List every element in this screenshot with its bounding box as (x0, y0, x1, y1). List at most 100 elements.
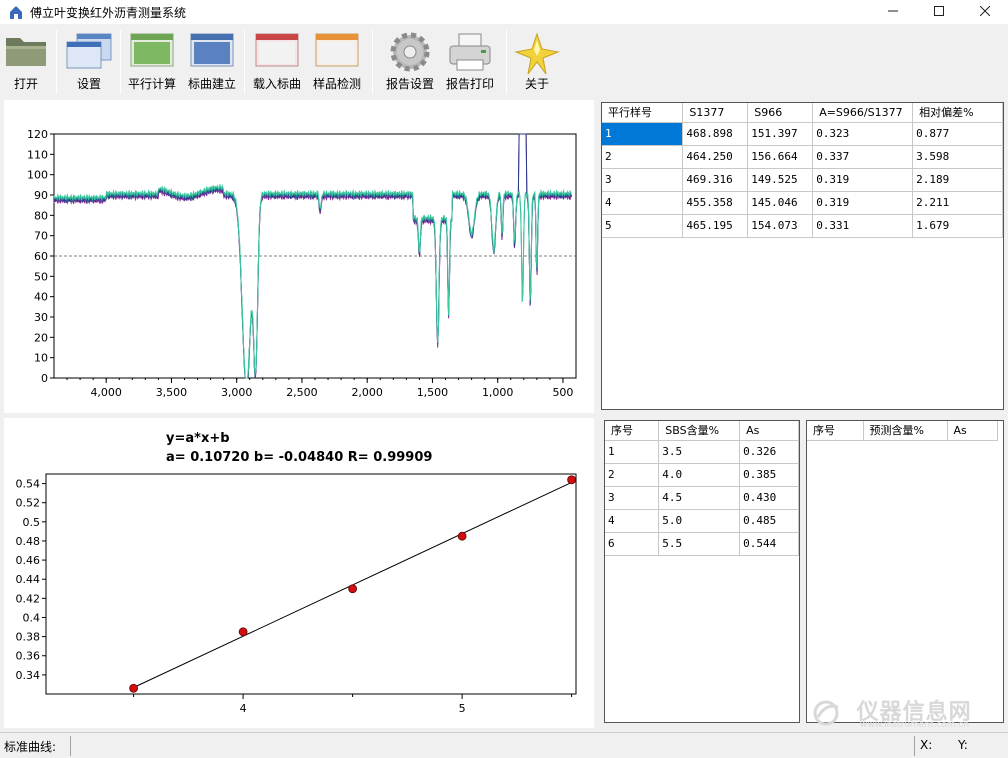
calibration-table[interactable]: 序号 SBS含量% As 1 3.5 0.326 2 4.0 0.385 3 4.5 0.430… (604, 420, 800, 723)
report-settings-button[interactable]: 报告设置 (380, 26, 440, 96)
report-print-button[interactable]: 报告打印 (442, 26, 498, 96)
table-row[interactable]: 4 5.0 0.485 (605, 509, 799, 533)
col-header-ratio[interactable]: A=S966/S1377 (812, 103, 914, 123)
table-cell[interactable]: 0.385 (739, 463, 799, 487)
table-cell[interactable]: 4.5 (658, 486, 741, 510)
col-header-index[interactable]: 序号 (807, 421, 864, 441)
close-button[interactable] (962, 0, 1008, 24)
col-header-sample-no[interactable]: 平行样号 (602, 103, 684, 123)
col-header-sbs[interactable]: SBS含量% (658, 421, 741, 441)
table-row[interactable]: 1 468.898 151.397 0.323 0.877 (602, 122, 1003, 146)
table-row[interactable]: 1 3.5 0.326 (605, 440, 799, 464)
col-header-as[interactable]: As (947, 421, 998, 441)
table-cell[interactable]: 0.323 (812, 122, 914, 146)
sample-test-label: 样品检测 (312, 77, 361, 91)
x-tick-label: 1,500 (417, 386, 449, 399)
table-cell[interactable]: 3.598 (912, 145, 1003, 169)
table-cell[interactable]: 154.073 (747, 214, 814, 238)
table-cell[interactable]: 151.397 (747, 122, 814, 146)
table-cell[interactable]: 0.319 (812, 191, 914, 215)
table-cell[interactable]: 0.326 (739, 440, 799, 464)
y-tick-label: 60 (34, 250, 48, 263)
table-cell[interactable]: 2 (605, 463, 660, 487)
table-cell[interactable]: 5.0 (658, 509, 741, 533)
table-cell[interactable]: 1 (605, 440, 660, 464)
minimize-button[interactable] (870, 0, 916, 24)
table-cell[interactable]: 3 (605, 486, 660, 510)
table-cell[interactable]: 0.319 (812, 168, 914, 192)
table-cell[interactable]: 1.679 (912, 214, 1003, 238)
table-cell[interactable]: 2.211 (912, 191, 1003, 215)
table-cell[interactable]: 4 (602, 191, 684, 215)
table-cell[interactable]: 464.250 (682, 145, 749, 169)
table-cell[interactable]: 145.046 (747, 191, 814, 215)
calibration-point (348, 584, 358, 594)
col-header-s1377[interactable]: S1377 (682, 103, 749, 123)
col-header-as[interactable]: As (739, 421, 799, 441)
table-cell[interactable]: 6 (605, 532, 660, 556)
table-row[interactable]: 6 5.5 0.544 (605, 532, 799, 556)
table-cell[interactable]: 469.316 (682, 168, 749, 192)
sample-test-button[interactable]: 样品检测 (308, 26, 366, 96)
x-tick-label: 3,500 (156, 386, 188, 399)
status-curve-label: 标准曲线: (4, 740, 57, 754)
build-curve-button[interactable]: 标曲建立 (184, 26, 240, 96)
calibration-chart[interactable]: y=a*x+b a= 0.10720 b= -0.04840 R= 0.99909… (4, 418, 594, 728)
table-cell[interactable]: 3 (602, 168, 684, 192)
y-tick-label: 0.36 (16, 650, 41, 663)
table-cell[interactable]: 0.485 (739, 509, 799, 533)
maximize-button[interactable] (916, 0, 962, 24)
parallel-calc-button[interactable]: 平行计算 (124, 26, 180, 96)
table-row[interactable]: 5 465.195 154.073 0.331 1.679 (602, 214, 1003, 238)
y-tick-label: 0.5 (23, 516, 41, 529)
table-cell[interactable]: 0.544 (739, 532, 799, 556)
table-cell[interactable]: 4 (605, 509, 660, 533)
table-row[interactable]: 2 464.250 156.664 0.337 3.598 (602, 145, 1003, 169)
spectrum-chart[interactable]: 0 10 20 30 40 50 60 70 80 90 100 110 120 4,000 3,500 3,… (4, 100, 594, 413)
parallel-table[interactable]: 平行样号 S1377 S966 A=S966/S1377 相对偏差% 1 468.… (601, 102, 1004, 410)
plot-area (45, 473, 577, 695)
table-cell[interactable]: 465.195 (682, 214, 749, 238)
table-cell[interactable]: 0.331 (812, 214, 914, 238)
table-cell[interactable]: 0.337 (812, 145, 914, 169)
load-curve-button[interactable]: 载入标曲 (248, 26, 306, 96)
report-settings-label: 报告设置 (385, 77, 434, 91)
prediction-table[interactable]: 序号 预测含量% As (806, 420, 1004, 723)
table-cell[interactable]: 0.430 (739, 486, 799, 510)
table-cell[interactable]: 3.5 (658, 440, 741, 464)
y-tick-label: 120 (27, 128, 48, 141)
table-cell[interactable]: 5 (602, 214, 684, 238)
app-window: 傅立叶变换红外沥青测量系统 打开 设置 平行计算 标曲建立 载入标曲 样品检测 … (0, 0, 1008, 758)
table-row[interactable]: 3 4.5 0.430 (605, 486, 799, 510)
table-cell[interactable]: 2 (602, 145, 684, 169)
col-header-index[interactable]: 序号 (605, 421, 660, 441)
table-cell[interactable]: 455.358 (682, 191, 749, 215)
table-row[interactable]: 3 469.316 149.525 0.319 2.189 (602, 168, 1003, 192)
star-icon (514, 32, 560, 75)
open-button[interactable]: 打开 (2, 26, 50, 96)
settings-label: 设置 (76, 77, 101, 91)
table-row[interactable]: 4 455.358 145.046 0.319 2.211 (602, 191, 1003, 215)
about-button[interactable]: 关于 (512, 26, 562, 96)
toolbar: 打开 设置 平行计算 标曲建立 载入标曲 样品检测 报告设置 报告打印 关于 (0, 24, 1008, 98)
col-header-s966[interactable]: S966 (747, 103, 814, 123)
table-cell[interactable]: 0.877 (912, 122, 1003, 146)
table-cell[interactable]: 5.5 (658, 532, 741, 556)
col-header-predicted[interactable]: 预测含量% (863, 421, 948, 441)
spectrum-panel: 0 10 20 30 40 50 60 70 80 90 100 110 120 4,000 3,500 3,… (4, 100, 594, 413)
close-icon (979, 5, 991, 17)
table-cell[interactable]: 468.898 (682, 122, 749, 146)
table-cell[interactable]: 2.189 (912, 168, 1003, 192)
table-cell[interactable]: 149.525 (747, 168, 814, 192)
y-tick-label: 40 (34, 291, 48, 304)
watermark-icon (813, 700, 839, 726)
toolbar-separator (506, 30, 507, 94)
table-row[interactable]: 2 4.0 0.385 (605, 463, 799, 487)
table-cell[interactable]: 156.664 (747, 145, 814, 169)
printer-icon (449, 33, 491, 71)
table-cell[interactable]: 1 (602, 122, 684, 146)
col-header-deviation[interactable]: 相对偏差% (912, 103, 1003, 123)
settings-button[interactable]: 设置 (62, 26, 116, 96)
watermark-url: www.instrument.com.cn (860, 720, 970, 730)
table-cell[interactable]: 4.0 (658, 463, 741, 487)
